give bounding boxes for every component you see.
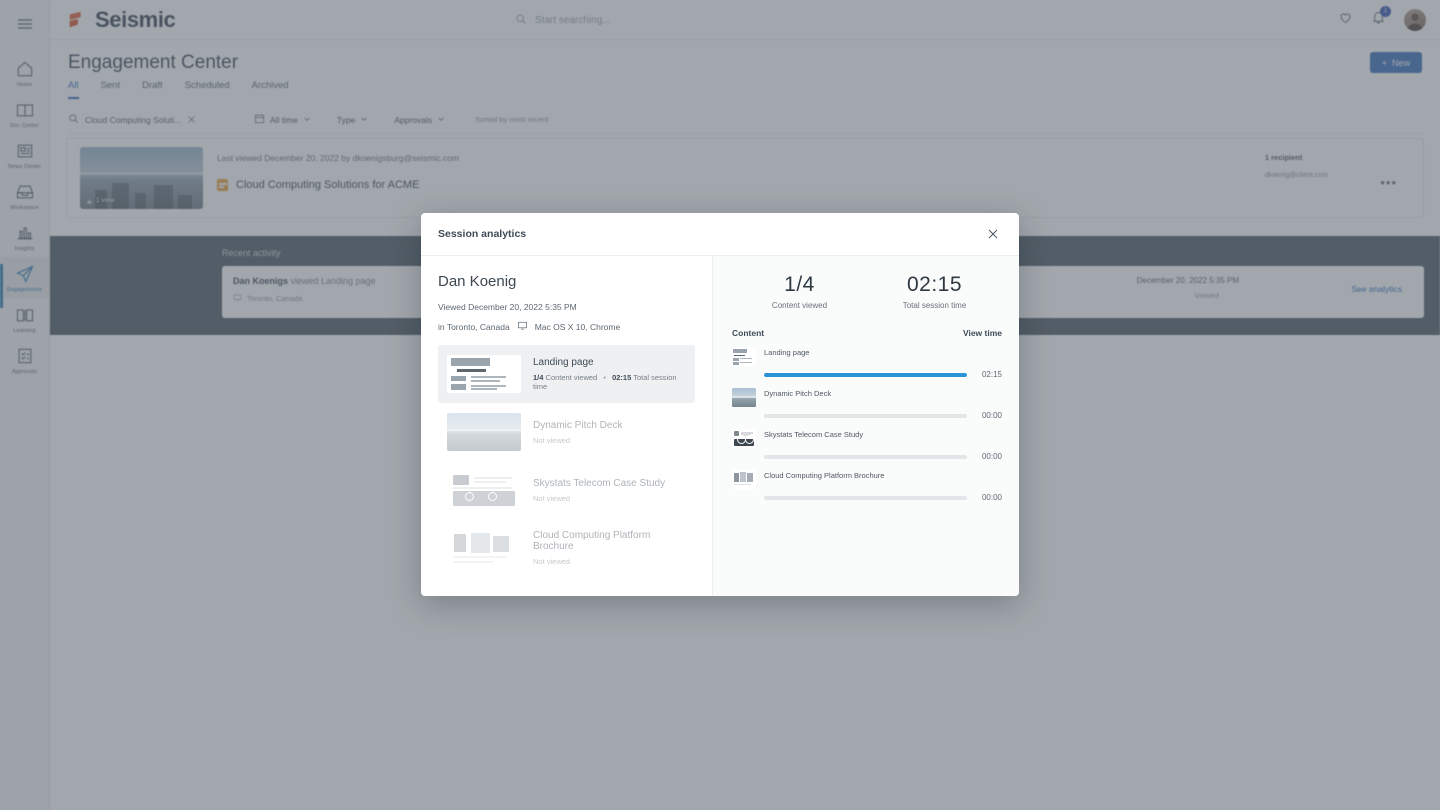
content-item-count-label: Content viewed [545, 373, 598, 382]
content-item-title: Dynamic Pitch Deck [533, 419, 623, 431]
view-time-row: Cloud Computing Platform Brochure 00:00 [732, 470, 1002, 502]
row-view-time: 00:00 [981, 452, 1002, 461]
session-analytics-modal: Session analytics Dan Koenig Viewed Dece… [421, 213, 1019, 596]
content-item-count: 1/4 [533, 373, 544, 382]
row-view-time: 02:15 [981, 370, 1002, 379]
stat-value: 1/4 [784, 273, 815, 296]
stat-label: Total session time [902, 301, 967, 310]
content-list-item[interactable]: Cloud Computing Platform Brochure Not vi… [438, 519, 695, 577]
session-detail-panel: Dan Koenig Viewed December 20, 2022 5:35… [421, 256, 713, 596]
content-item-title: Cloud Computing Platform Brochure [533, 530, 651, 552]
view-time-bar-track [764, 495, 967, 500]
app-root: Home Doc Center News Center Workspace [0, 0, 1440, 810]
session-viewed-time: Viewed December 20, 2022 5:35 PM [438, 302, 577, 312]
content-item-stats: 1/4 Content viewed • 02:15 Total session… [533, 373, 686, 391]
view-time-bar-track [764, 413, 967, 418]
stat-total-session-time: 02:15 Total session time [867, 273, 1002, 310]
row-view-time: 00:00 [981, 411, 1002, 420]
session-person-name: Dan Koenig [438, 273, 517, 290]
close-icon[interactable] [984, 225, 1002, 243]
row-content-name: Cloud Computing Platform Brochure [764, 471, 885, 480]
view-time-bar-track [764, 454, 967, 459]
session-metrics-panel: 1/4 Content viewed 02:15 Total session t… [713, 256, 1019, 596]
content-item-body: Landing page 1/4 Content viewed • 02:15 … [533, 357, 686, 391]
row-content-name: Landing page [764, 348, 810, 357]
content-item-status: Not viewed [533, 493, 571, 503]
content-thumbnail-photo [447, 413, 521, 451]
row-thumbnail-case-study [732, 429, 756, 448]
content-list-item[interactable]: Skystats Telecom Case Study Not viewed [438, 461, 695, 519]
stat-value: 02:15 [906, 273, 963, 296]
content-list-item[interactable]: Dynamic Pitch Deck Not viewed [438, 403, 695, 461]
row-thumbnail-brochure [732, 470, 756, 489]
content-item-status: Not viewed [533, 557, 571, 566]
row-thumbnail-wireframe [732, 347, 756, 366]
content-item-body: Skystats Telecom Case Study Not viewed [533, 478, 665, 503]
content-list-item[interactable]: Landing page 1/4 Content viewed • 02:15 … [438, 345, 695, 403]
row-view-time: 00:00 [981, 493, 1002, 502]
stat-label: Content viewed [771, 301, 828, 310]
session-location-device: in Toronto, Canada Mac OS X 10, Chrome [438, 320, 695, 333]
modal-header: Session analytics [421, 213, 1019, 256]
col-header-content: Content [732, 328, 765, 338]
view-time-bar-track [764, 372, 967, 377]
content-thumbnail-brochure [447, 529, 521, 567]
col-header-view-time: View time [962, 328, 1002, 338]
modal-body: Dan Koenig Viewed December 20, 2022 5:35… [421, 256, 1019, 596]
stat-content-viewed: 1/4 Content viewed [732, 273, 867, 310]
modal-title: Session analytics [438, 228, 527, 240]
view-time-bar-fill [764, 372, 967, 377]
separator-dot: • [603, 373, 606, 382]
content-item-title: Skystats Telecom Case Study [533, 477, 666, 489]
session-location: in Toronto, Canada [438, 321, 510, 332]
content-item-body: Cloud Computing Platform Brochure Not vi… [533, 530, 686, 566]
content-item-title: Landing page [533, 357, 594, 368]
view-time-table-header: Content View time [732, 328, 1002, 338]
row-content-name: Skystats Telecom Case Study [764, 430, 864, 439]
view-time-row: Skystats Telecom Case Study 00:00 [732, 429, 1002, 461]
content-item-time: 02:15 [612, 373, 632, 382]
content-thumbnail-wireframe [447, 355, 521, 393]
row-thumbnail-photo [732, 388, 756, 407]
content-item-body: Dynamic Pitch Deck Not viewed [533, 420, 622, 445]
summary-stats: 1/4 Content viewed 02:15 Total session t… [732, 273, 1002, 310]
monitor-icon [517, 320, 528, 333]
row-content-name: Dynamic Pitch Deck [764, 389, 832, 398]
view-time-row: Landing page 02:15 [732, 347, 1002, 379]
view-time-row: Dynamic Pitch Deck 00:00 [732, 388, 1002, 420]
content-item-status: Not viewed [533, 435, 571, 445]
content-thumbnail-case-study [447, 471, 521, 509]
session-device: Mac OS X 10, Chrome [534, 321, 621, 332]
